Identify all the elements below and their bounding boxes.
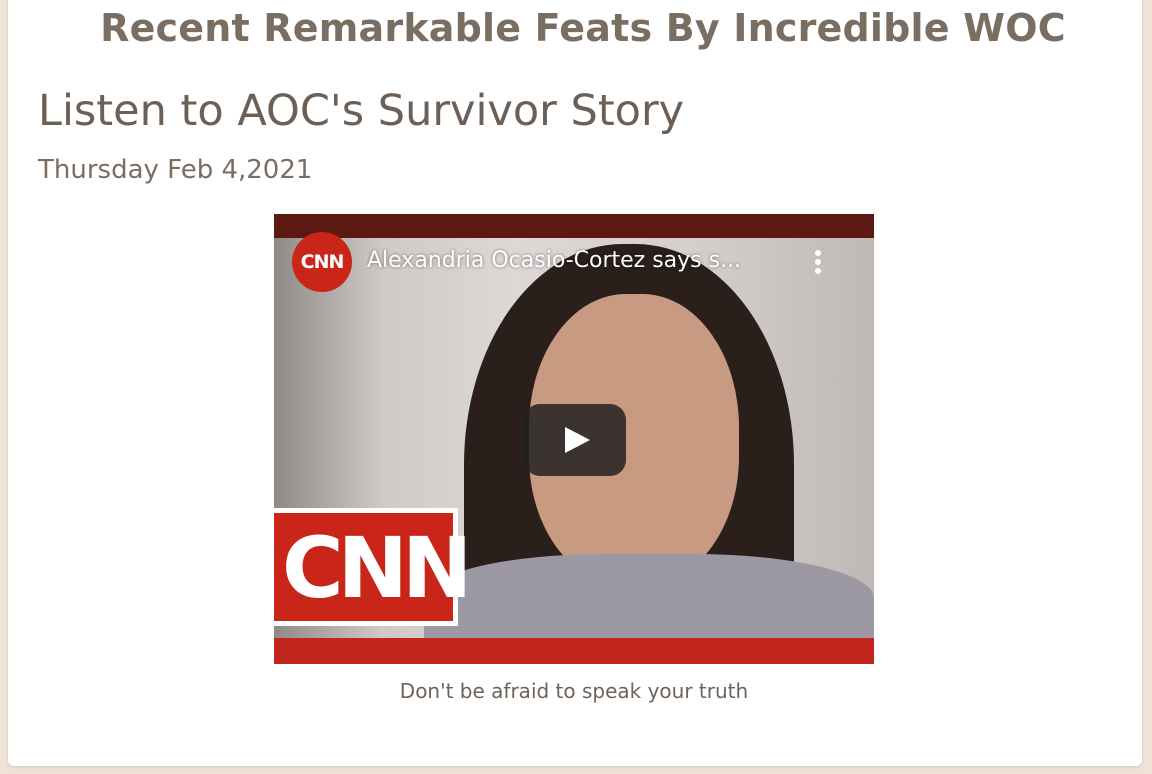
more-vertical-icon[interactable] <box>810 248 826 278</box>
post-title: Listen to AOC's Survivor Story <box>38 86 685 136</box>
video-top-strip <box>274 214 874 238</box>
post-date: Thursday Feb 4,2021 <box>38 155 313 185</box>
video-title-link[interactable]: Alexandria Ocasio-Cortez says s... <box>367 248 787 273</box>
cnn-watermark-logo: CNN <box>274 508 472 626</box>
channel-logo-text: CNN <box>300 251 345 273</box>
channel-avatar[interactable]: CNN <box>292 232 352 292</box>
video-caption: Don't be afraid to speak your truth <box>399 679 749 703</box>
section-title: Recent Remarkable Feats By Incredible WO… <box>100 6 1066 50</box>
video-bottom-strip <box>274 638 874 664</box>
cnn-watermark-text: CNN <box>282 519 472 617</box>
video-player[interactable]: CNN CNN Alexandria Ocasio-Cortez says s.… <box>274 214 874 664</box>
play-icon[interactable] <box>524 404 626 476</box>
